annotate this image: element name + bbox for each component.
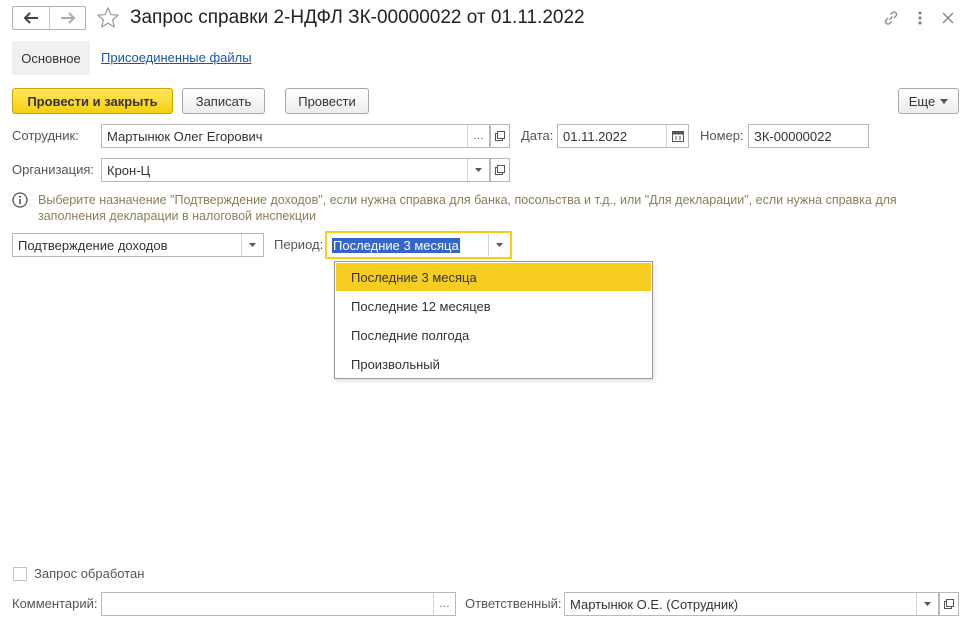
purpose-value: Подтверждение доходов xyxy=(18,237,168,253)
organization-value: Крон-Ц xyxy=(107,162,151,178)
employee-open-button[interactable] xyxy=(490,124,510,148)
tab-attached-files[interactable]: Присоединенные файлы xyxy=(101,50,252,65)
more-button[interactable]: Еще xyxy=(898,88,959,114)
navigation-buttons xyxy=(12,6,86,30)
comment-edit-button[interactable]: … xyxy=(433,593,455,615)
purpose-dropdown-button[interactable] xyxy=(241,234,263,256)
chevron-down-icon xyxy=(475,168,482,172)
number-field[interactable]: ЗК-00000022 xyxy=(748,124,869,148)
number-value: ЗК-00000022 xyxy=(754,128,832,144)
employee-label: Сотрудник: xyxy=(12,128,79,143)
more-button-label: Еще xyxy=(908,93,936,109)
chevron-down-icon xyxy=(924,602,931,606)
more-menu-icon[interactable] xyxy=(910,8,930,28)
employee-field[interactable]: Мартынюк Олег Егорович … xyxy=(101,124,490,148)
post-button[interactable]: Провести xyxy=(285,88,369,114)
organization-field[interactable]: Крон-Ц xyxy=(101,158,490,182)
responsible-value: Мартынюк О.Е. (Сотрудник) xyxy=(570,596,739,612)
date-value: 01.11.2022 xyxy=(563,128,628,144)
info-icon xyxy=(12,192,28,208)
employee-value: Мартынюк Олег Егорович xyxy=(107,128,263,144)
forward-button[interactable] xyxy=(49,7,85,29)
purpose-hint: Выберите назначение "Подтверждение доход… xyxy=(38,193,897,223)
processed-label: Запрос обработан xyxy=(34,566,145,581)
period-option[interactable]: Последние полгода xyxy=(335,321,652,350)
processed-checkbox[interactable] xyxy=(13,567,27,581)
period-select[interactable]: Последние 3 месяца xyxy=(325,231,512,259)
open-icon xyxy=(944,599,954,609)
period-dropdown-button[interactable] xyxy=(488,234,510,256)
responsible-field[interactable]: Мартынюк О.Е. (Сотрудник) xyxy=(564,592,939,616)
organization-open-button[interactable] xyxy=(490,158,510,182)
chevron-down-icon xyxy=(940,98,949,104)
period-label: Период: xyxy=(274,237,324,252)
favorite-star-icon[interactable] xyxy=(96,6,120,30)
period-dropdown-list: Последние 3 месяца Последние 12 месяцев … xyxy=(334,261,653,379)
period-option[interactable]: Произвольный xyxy=(335,350,652,379)
open-icon xyxy=(495,131,505,141)
chevron-down-icon xyxy=(496,243,503,247)
calendar-icon xyxy=(671,131,684,142)
responsible-label: Ответственный: xyxy=(465,596,562,611)
employee-select-button[interactable]: … xyxy=(467,125,489,147)
period-value: Последние 3 месяца xyxy=(332,237,460,253)
chevron-down-icon xyxy=(249,243,256,247)
period-option[interactable]: Последние 3 месяца xyxy=(336,263,651,291)
comment-field[interactable]: … xyxy=(101,592,456,616)
period-option[interactable]: Последние 12 месяцев xyxy=(335,292,652,321)
organization-label: Организация: xyxy=(12,162,95,177)
date-field[interactable]: 01.11.2022 xyxy=(557,124,689,148)
close-icon[interactable] xyxy=(938,8,958,28)
purpose-select[interactable]: Подтверждение доходов xyxy=(12,233,264,257)
post-and-close-button[interactable]: Провести и закрыть xyxy=(12,88,173,114)
arrow-left-icon xyxy=(23,12,38,24)
page-title: Запрос справки 2-НДФЛ ЗК-00000022 от 01.… xyxy=(130,7,585,28)
organization-dropdown-button[interactable] xyxy=(467,159,489,181)
link-icon[interactable] xyxy=(881,8,901,28)
calendar-button[interactable] xyxy=(666,125,688,147)
number-label: Номер: xyxy=(700,128,744,143)
responsible-dropdown-button[interactable] xyxy=(916,593,938,615)
save-button[interactable]: Записать xyxy=(182,88,265,114)
date-label: Дата: xyxy=(521,128,554,143)
tab-main[interactable]: Основное xyxy=(12,41,90,75)
responsible-open-button[interactable] xyxy=(939,592,959,616)
arrow-right-icon xyxy=(60,12,75,24)
open-icon xyxy=(495,165,505,175)
back-button[interactable] xyxy=(13,7,49,29)
comment-label: Комментарий: xyxy=(12,596,98,611)
